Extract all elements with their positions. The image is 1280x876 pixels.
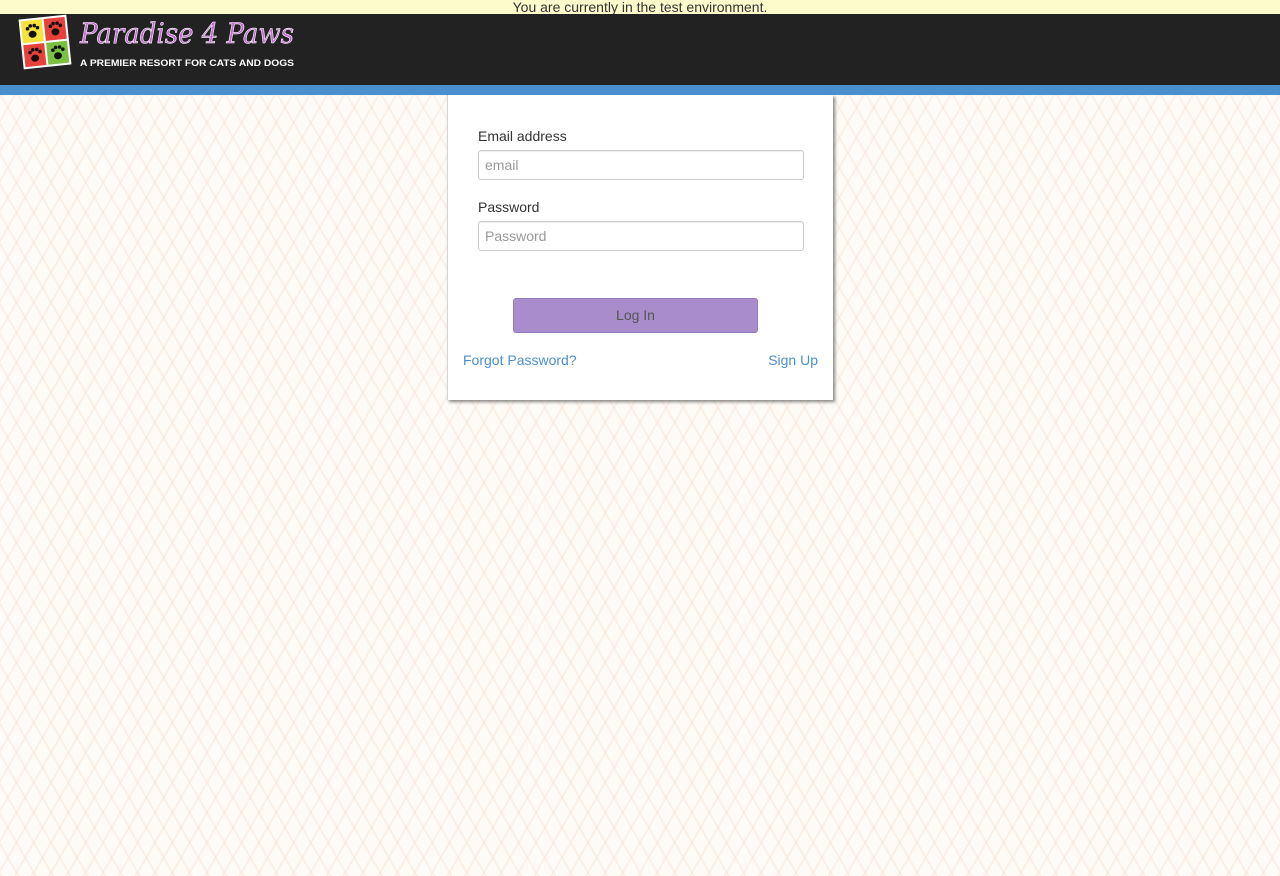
login-card: Email address Password Log In Forgot Pas… — [447, 95, 833, 400]
log-in-button[interactable]: Log In — [513, 298, 758, 333]
password-label: Password — [478, 199, 540, 215]
logo-name: Paradise 4 Paws — [79, 17, 294, 50]
site-logo[interactable]: Paradise 4 Paws A PREMIER RESORT FOR CAT… — [18, 14, 300, 76]
forgot-password-link[interactable]: Forgot Password? — [463, 352, 577, 368]
logo-tagline: A PREMIER RESORT FOR CATS AND DOGS — [80, 58, 294, 68]
email-label: Email address — [478, 128, 567, 144]
environment-banner-text: You are currently in the test environmen… — [512, 0, 768, 14]
top-navbar: Paradise 4 Paws A PREMIER RESORT FOR CAT… — [0, 14, 1280, 85]
email-field[interactable] — [478, 150, 804, 180]
paw-quad-logo-icon: Paradise 4 Paws A PREMIER RESORT FOR CAT… — [18, 14, 294, 70]
password-field[interactable] — [478, 221, 804, 251]
environment-banner: You are currently in the test environmen… — [0, 0, 1280, 14]
sign-up-link[interactable]: Sign Up — [768, 352, 818, 368]
header-accent-stripe — [0, 85, 1280, 95]
